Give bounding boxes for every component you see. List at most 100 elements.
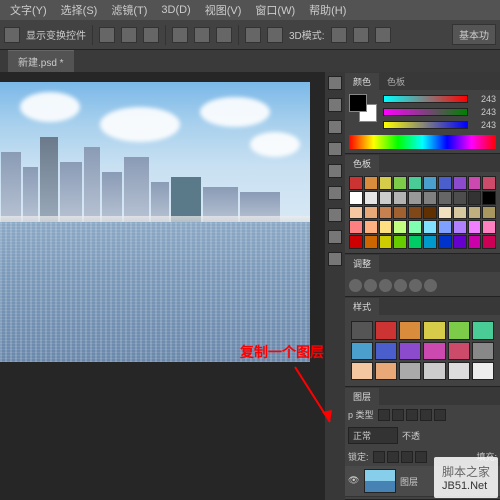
swatch[interactable]: [364, 220, 378, 234]
style-preset[interactable]: [448, 321, 470, 339]
style-preset[interactable]: [351, 362, 373, 380]
mode3d-icon[interactable]: [331, 27, 347, 43]
filter-smart-icon[interactable]: [434, 409, 446, 421]
mode3d-icon[interactable]: [353, 27, 369, 43]
swatch[interactable]: [393, 191, 407, 205]
swatch[interactable]: [468, 206, 482, 220]
align-icon[interactable]: [121, 27, 137, 43]
style-preset[interactable]: [351, 342, 373, 360]
tool-preset-icon[interactable]: [4, 27, 20, 43]
swatch[interactable]: [423, 235, 437, 249]
swatch[interactable]: [453, 176, 467, 190]
style-preset[interactable]: [399, 362, 421, 380]
align-icon[interactable]: [99, 27, 115, 43]
swatch[interactable]: [482, 206, 496, 220]
layers-tab[interactable]: 图层: [345, 388, 379, 405]
swatch[interactable]: [349, 220, 363, 234]
filter-shape-icon[interactable]: [420, 409, 432, 421]
swatch[interactable]: [468, 191, 482, 205]
style-preset[interactable]: [472, 342, 494, 360]
fg-color[interactable]: [349, 94, 367, 112]
adjustments-tab[interactable]: 调整: [345, 255, 379, 272]
menu-text[interactable]: 文字(Y): [4, 0, 53, 20]
menu-3d[interactable]: 3D(D): [155, 2, 196, 18]
swatch[interactable]: [468, 176, 482, 190]
style-preset[interactable]: [423, 342, 445, 360]
style-preset[interactable]: [423, 362, 445, 380]
swatch[interactable]: [482, 235, 496, 249]
swatch[interactable]: [423, 220, 437, 234]
swatch[interactable]: [364, 206, 378, 220]
swatch[interactable]: [423, 176, 437, 190]
document-tab[interactable]: 新建.psd *: [8, 50, 74, 72]
menu-select[interactable]: 选择(S): [55, 0, 104, 20]
style-preset[interactable]: [448, 362, 470, 380]
swatch[interactable]: [364, 235, 378, 249]
swatch[interactable]: [438, 191, 452, 205]
canvas-area[interactable]: 复制一个图层: [0, 72, 325, 500]
swatch[interactable]: [438, 220, 452, 234]
history-icon[interactable]: [328, 76, 342, 90]
swatch[interactable]: [349, 235, 363, 249]
panel-icon[interactable]: [328, 208, 342, 222]
mode3d-icon[interactable]: [375, 27, 391, 43]
swatch[interactable]: [453, 206, 467, 220]
lock-transparent-icon[interactable]: [373, 451, 385, 463]
swatch[interactable]: [393, 206, 407, 220]
swatches-tab[interactable]: 色板: [345, 155, 379, 172]
swatch[interactable]: [349, 191, 363, 205]
clone-icon[interactable]: [328, 164, 342, 178]
swatch[interactable]: [468, 235, 482, 249]
lock-all-icon[interactable]: [415, 451, 427, 463]
style-preset[interactable]: [375, 362, 397, 380]
distribute-icon[interactable]: [245, 27, 261, 43]
swatch[interactable]: [482, 191, 496, 205]
align-icon[interactable]: [216, 27, 232, 43]
menu-help[interactable]: 帮助(H): [303, 0, 352, 20]
adjust-icon[interactable]: [424, 279, 437, 292]
layer-name[interactable]: 图层: [400, 475, 418, 488]
swatch[interactable]: [423, 206, 437, 220]
swatch[interactable]: [364, 191, 378, 205]
distribute-icon[interactable]: [267, 27, 283, 43]
properties-icon[interactable]: [328, 120, 342, 134]
swatch[interactable]: [393, 176, 407, 190]
menu-view[interactable]: 视图(V): [199, 0, 248, 20]
adjust-icon[interactable]: [349, 279, 362, 292]
workspace-button[interactable]: 基本功: [452, 24, 496, 45]
swatch[interactable]: [438, 235, 452, 249]
styles-tab[interactable]: 样式: [345, 298, 379, 315]
align-icon[interactable]: [172, 27, 188, 43]
swatch[interactable]: [408, 191, 422, 205]
adjust-icon[interactable]: [379, 279, 392, 292]
style-preset[interactable]: [399, 321, 421, 339]
spectrum-bar[interactable]: [349, 135, 496, 149]
actions-icon[interactable]: [328, 98, 342, 112]
character-icon[interactable]: [328, 230, 342, 244]
lock-pixels-icon[interactable]: [387, 451, 399, 463]
swatch[interactable]: [408, 176, 422, 190]
paragraph-icon[interactable]: [328, 252, 342, 266]
swatch[interactable]: [482, 220, 496, 234]
swatch[interactable]: [349, 176, 363, 190]
swatch[interactable]: [379, 176, 393, 190]
color-slider[interactable]: [383, 108, 468, 116]
style-preset[interactable]: [423, 321, 445, 339]
blend-mode-select[interactable]: 正常: [348, 427, 398, 444]
style-preset[interactable]: [472, 362, 494, 380]
swatches-tab[interactable]: 色板: [379, 73, 413, 90]
lock-position-icon[interactable]: [401, 451, 413, 463]
swatch[interactable]: [364, 176, 378, 190]
swatch[interactable]: [408, 220, 422, 234]
panel-icon[interactable]: [328, 186, 342, 200]
color-slider[interactable]: [383, 121, 468, 129]
align-icon[interactable]: [194, 27, 210, 43]
adjust-icon[interactable]: [364, 279, 377, 292]
adjust-icon[interactable]: [394, 279, 407, 292]
brushes-icon[interactable]: [328, 142, 342, 156]
swatch[interactable]: [393, 235, 407, 249]
swatch[interactable]: [379, 191, 393, 205]
swatch[interactable]: [379, 220, 393, 234]
color-tab[interactable]: 颜色: [345, 73, 379, 90]
swatch[interactable]: [379, 235, 393, 249]
